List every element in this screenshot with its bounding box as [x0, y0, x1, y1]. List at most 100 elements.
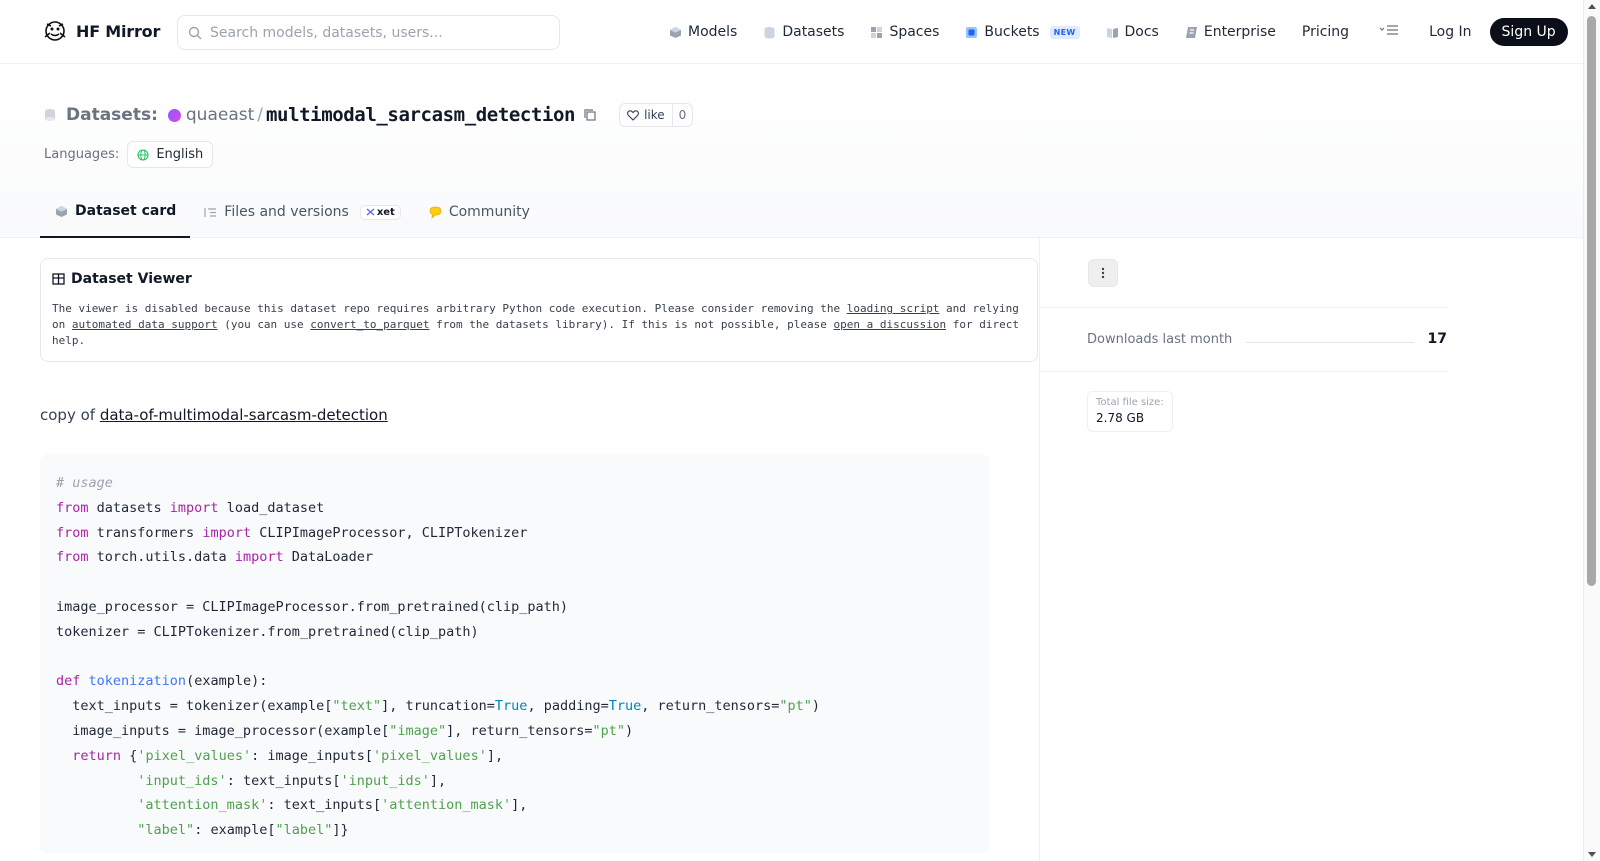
like-button[interactable]: like [620, 104, 672, 126]
nav-spaces-label: Spaces [889, 24, 940, 40]
nav-enterprise[interactable]: Enterprise [1185, 24, 1276, 40]
book-icon [1106, 27, 1118, 38]
code-token: 'input_ids' [137, 772, 227, 789]
source-dataset-link[interactable]: data-of-multimodal-sarcasm-detection [100, 406, 388, 424]
bucket-icon [966, 26, 978, 38]
owner-avatar [167, 108, 181, 122]
tab-community[interactable]: Community [415, 186, 544, 238]
signup-button[interactable]: Sign Up [1489, 18, 1568, 46]
logo-icon [44, 21, 66, 41]
xet-badge: xet [359, 204, 401, 220]
repo-sidebar: Downloads last month 17 Total file size:… [1039, 238, 1583, 861]
loading-script-link[interactable]: loading script [847, 302, 940, 315]
nav-docs-label: Docs [1124, 24, 1159, 40]
nav-buckets[interactable]: Buckets NEW [965, 24, 1080, 40]
code-token: datasets [88, 499, 170, 516]
code-line: image_inputs = image_processor(example["… [56, 719, 973, 744]
convert-to-parquet-link[interactable]: convert_to_parquet [310, 318, 429, 331]
owner-link[interactable]: quaeast [186, 105, 254, 125]
code-token: , return_tensors= [641, 698, 780, 715]
file-size-value: 2.78 GB [1096, 411, 1145, 425]
code-token: { [121, 747, 138, 764]
kebab-icon [1101, 267, 1105, 279]
main-nav: Models Datasets Spaces Buckets NEW Docs … [669, 18, 1568, 46]
code-token: ], [511, 797, 528, 814]
sidebar-divider [1040, 371, 1448, 372]
code-line: from datasets import load_dataset [56, 496, 973, 521]
code-line: from transformers import CLIPImageProces… [56, 521, 973, 546]
cube-icon [670, 26, 681, 38]
nav-spaces[interactable]: Spaces [870, 24, 939, 40]
code-line: image_processor = CLIPImageProcessor.fro… [56, 595, 973, 620]
automated-data-support-link[interactable]: automated data support [72, 318, 218, 331]
scroll-down-arrow[interactable] [1588, 852, 1596, 857]
code-token: load_dataset [218, 499, 325, 516]
code-line: 'attention_mask': text_inputs['attention… [56, 793, 973, 818]
viewer-text: The viewer is disabled because this data… [52, 302, 847, 315]
nav-models-label: Models [688, 24, 738, 40]
code-token: ]} [332, 822, 349, 839]
file-size-label: Total file size: [1096, 397, 1164, 408]
page-scrollbar[interactable] [1583, 0, 1600, 861]
dataset-viewer-title: Dataset Viewer [52, 271, 1027, 287]
code-token: (example): [186, 673, 268, 690]
language-tag-english[interactable]: English [127, 141, 214, 168]
copy-icon[interactable] [583, 108, 597, 122]
repo-name[interactable]: multimodal_sarcasm_detection [266, 104, 575, 126]
repo-type-link[interactable]: Datasets: [66, 105, 158, 125]
repo-tabs: Dataset card Files and versions xet Comm… [40, 186, 544, 238]
code-line: return {'pixel_values': image_inputs['pi… [56, 744, 973, 769]
dataset-viewer-notice: Dataset Viewer The viewer is disabled be… [40, 258, 1038, 362]
brand-logo[interactable]: HF Mirror [42, 18, 160, 44]
code-token: DataLoader [283, 549, 374, 566]
code-token: ) [811, 698, 821, 715]
code-token: : example[ [194, 822, 276, 839]
code-token: ) [624, 722, 634, 739]
code-token: 'attention_mask' [381, 797, 512, 814]
nav-docs[interactable]: Docs [1106, 24, 1159, 40]
code-token: 'pixel_values' [137, 747, 252, 764]
like-group: like 0 [619, 103, 694, 127]
dataset-viewer-title-text: Dataset Viewer [71, 271, 192, 287]
code-token: 'attention_mask' [137, 797, 268, 814]
like-count[interactable]: 0 [671, 104, 693, 126]
nav-pricing[interactable]: Pricing [1302, 24, 1349, 40]
login-link[interactable]: Log In [1429, 24, 1471, 40]
code-line: "label": example["label"]} [56, 818, 973, 843]
more-menu-icon[interactable] [1379, 24, 1399, 40]
code-line: text_inputs = tokenizer(example["text"],… [56, 694, 973, 719]
scroll-up-arrow[interactable] [1588, 4, 1596, 9]
copy-of-text: copy of data-of-multimodal-sarcasm-detec… [40, 406, 1039, 424]
viewer-text: from the datasets library). If this is n… [429, 318, 834, 331]
tab-dataset-card[interactable]: Dataset card [40, 186, 191, 238]
tab-files-label: Files and versions [224, 204, 349, 220]
code-token: torch.utils.data [88, 549, 235, 566]
database-icon [764, 26, 775, 38]
nav-models[interactable]: Models [669, 24, 737, 40]
code-token: CLIPImageProcessor, CLIPTokenizer [251, 524, 528, 541]
tab-files-and-versions[interactable]: Files and versions xet [190, 186, 415, 238]
code-token: import [202, 524, 252, 541]
files-icon [204, 207, 217, 217]
open-discussion-link[interactable]: open a discussion [834, 318, 947, 331]
usage-code-block[interactable]: # usage from datasets import load_dataset… [40, 454, 989, 854]
brand-name: HF Mirror [76, 21, 161, 41]
code-token: tokenizer = CLIPTokenizer.from_pretraine… [56, 623, 479, 640]
code-line: # usage [56, 471, 973, 496]
tab-dataset-card-label: Dataset card [75, 203, 177, 219]
code-token: : text_inputs[ [226, 772, 341, 789]
search-input[interactable] [210, 24, 550, 41]
code-token: "pt" [592, 722, 625, 739]
more-options-button[interactable] [1088, 259, 1118, 287]
search-icon [188, 26, 202, 39]
nav-datasets[interactable]: Datasets [763, 24, 844, 40]
heart-icon [627, 109, 640, 121]
search-box[interactable] [177, 15, 560, 50]
dataset-card-content: Dataset Viewer The viewer is disabled be… [40, 258, 1039, 854]
scroll-thumb[interactable] [1587, 16, 1596, 586]
xet-icon [366, 208, 375, 216]
